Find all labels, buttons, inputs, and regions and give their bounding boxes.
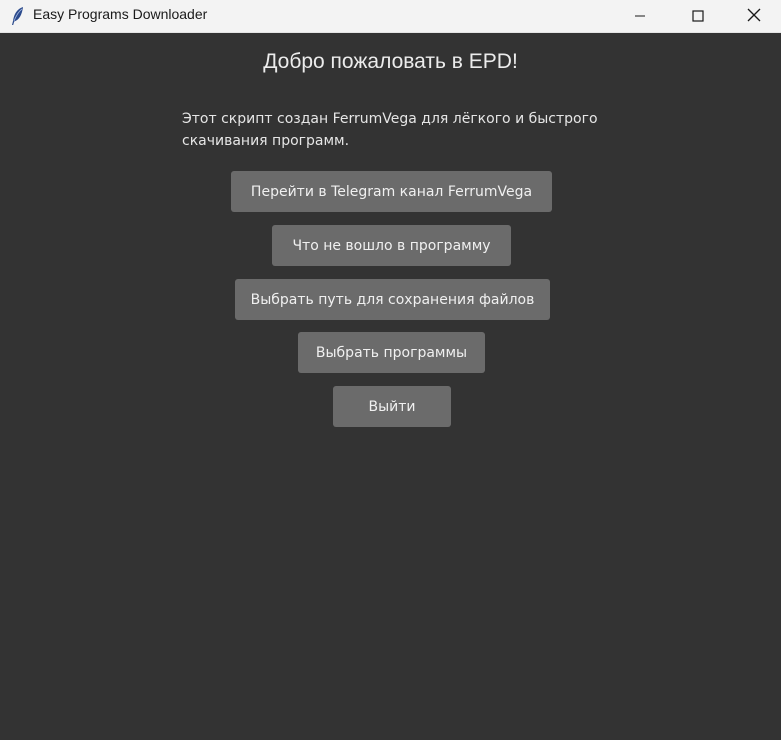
exit-button[interactable]: Выйти xyxy=(333,386,451,427)
description-text: Этот скрипт создан FerrumVega для лёгког… xyxy=(182,111,598,149)
feather-icon xyxy=(10,6,26,26)
close-button[interactable] xyxy=(727,0,781,32)
maximize-icon xyxy=(692,7,704,26)
app-window: Easy Programs Downloader Добро пожаловат… xyxy=(0,0,781,740)
welcome-heading: Добро пожаловать в EPD! xyxy=(263,50,518,73)
missing-programs-button[interactable]: Что не вошло в программу xyxy=(272,225,511,266)
maximize-button[interactable] xyxy=(669,0,727,32)
minimize-button[interactable] xyxy=(611,0,669,32)
choose-programs-button[interactable]: Выбрать программы xyxy=(298,332,485,373)
window-title: Easy Programs Downloader xyxy=(33,6,208,22)
telegram-channel-button[interactable]: Перейти в Telegram канал FerrumVega xyxy=(231,171,552,212)
minimize-icon xyxy=(634,7,646,26)
choose-save-path-button[interactable]: Выбрать путь для сохранения файлов xyxy=(235,279,550,320)
close-icon xyxy=(747,7,761,26)
title-bar[interactable]: Easy Programs Downloader xyxy=(0,0,781,33)
